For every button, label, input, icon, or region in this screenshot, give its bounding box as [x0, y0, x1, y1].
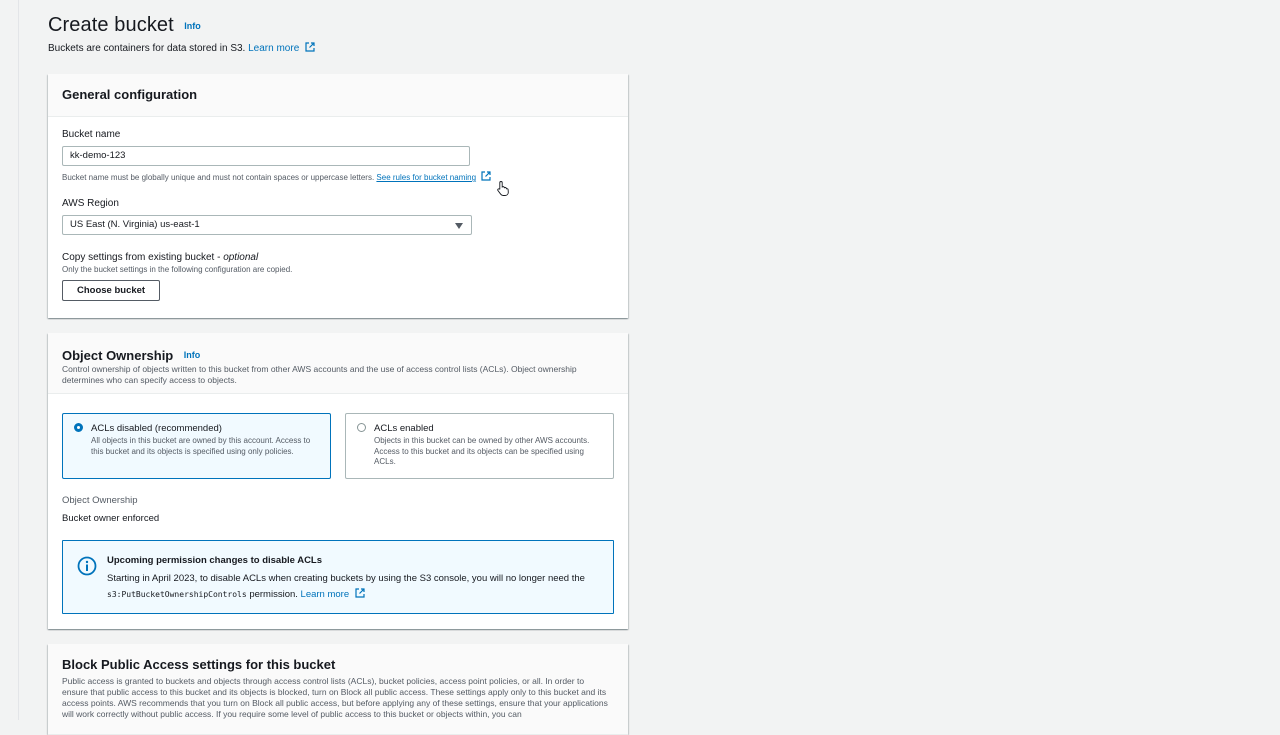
aws-region-select[interactable]: US East (N. Virginia) us-east-1: [62, 215, 472, 235]
alert-learn-more-link[interactable]: Learn more: [301, 589, 350, 600]
alert-body-text: Starting in April 2023, to disable ACLs …: [107, 573, 585, 584]
page-title: Create bucket: [48, 14, 174, 36]
acls-enabled-label: ACLs enabled: [374, 423, 434, 434]
acls-disabled-radio[interactable]: [74, 423, 83, 432]
object-ownership-header: Object Ownership Info Control ownership …: [48, 333, 628, 394]
copy-settings-hint: Only the bucket settings in the followin…: [62, 265, 293, 274]
info-link[interactable]: Info: [184, 350, 201, 360]
page-header: Create bucket Info: [48, 14, 201, 37]
alert-body-text-end: permission.: [246, 589, 298, 600]
object-ownership-description: Control ownership of objects written to …: [62, 364, 577, 385]
general-configuration-card: General configuration Bucket name kk-dem…: [48, 74, 628, 318]
info-circle-icon: [77, 556, 97, 576]
bucket-name-hint-text: Bucket name must be globally unique and …: [62, 173, 375, 182]
acls-enabled-option[interactable]: ACLs enabled Objects in this bucket can …: [345, 413, 614, 479]
acls-enabled-radio[interactable]: [357, 423, 366, 432]
alert-permission-code: s3:PutBucketOwnershipControls: [107, 590, 247, 599]
object-ownership-title-row: Object Ownership Info: [62, 347, 200, 365]
page-description: Buckets are containers for data stored i…: [48, 42, 315, 54]
bucket-name-hint: Bucket name must be globally unique and …: [62, 171, 491, 182]
alert-body: Starting in April 2023, to disable ACLs …: [107, 571, 607, 603]
mouse-pointer-icon: [497, 181, 509, 196]
copy-settings-text: Copy settings from existing bucket -: [62, 252, 224, 263]
bucket-naming-rules-link[interactable]: See rules for bucket naming: [376, 173, 476, 182]
acls-disabled-description: All objects in this bucket are owned by …: [91, 436, 311, 456]
aws-region-label: AWS Region: [62, 198, 119, 209]
object-ownership-result-label: Object Ownership: [62, 495, 138, 506]
acls-enabled-description: Objects in this bucket can be owned by o…: [374, 436, 590, 466]
acls-disabled-label: ACLs disabled (recommended): [91, 423, 222, 434]
acl-changes-alert: Upcoming permission changes to disable A…: [62, 540, 614, 614]
external-link-icon: [305, 42, 315, 52]
general-configuration-header: General configuration: [48, 74, 628, 117]
bucket-name-label: Bucket name: [62, 129, 121, 140]
aws-region-value: US East (N. Virginia) us-east-1: [70, 219, 200, 230]
object-ownership-result-value: Bucket owner enforced: [62, 513, 160, 524]
navigation-rail[interactable]: [0, 0, 19, 720]
block-public-access-title: Block Public Access settings for this bu…: [62, 657, 336, 672]
acls-disabled-option[interactable]: ACLs disabled (recommended) All objects …: [62, 413, 331, 479]
page-description-text: Buckets are containers for data stored i…: [48, 43, 246, 54]
external-link-icon: [355, 588, 365, 598]
optional-label: optional: [223, 252, 259, 263]
block-public-access-description: Public access is granted to buckets and …: [62, 676, 608, 719]
bucket-name-input[interactable]: kk-demo-123: [62, 146, 470, 166]
object-ownership-title: Object Ownership: [62, 348, 174, 363]
choose-bucket-button[interactable]: Choose bucket: [62, 280, 161, 301]
external-link-icon: [481, 171, 491, 181]
caret-down-icon: [455, 223, 463, 229]
general-configuration-title: General configuration: [62, 87, 198, 102]
copy-settings-label: Copy settings from existing bucket - opt…: [62, 252, 258, 263]
block-public-access-card: Block Public Access settings for this bu…: [48, 644, 628, 735]
alert-title: Upcoming permission changes to disable A…: [107, 555, 323, 566]
object-ownership-card: Object Ownership Info Control ownership …: [48, 333, 628, 629]
learn-more-link[interactable]: Learn more: [248, 43, 299, 54]
info-link[interactable]: Info: [184, 21, 201, 31]
block-public-access-header: Block Public Access settings for this bu…: [48, 644, 628, 735]
